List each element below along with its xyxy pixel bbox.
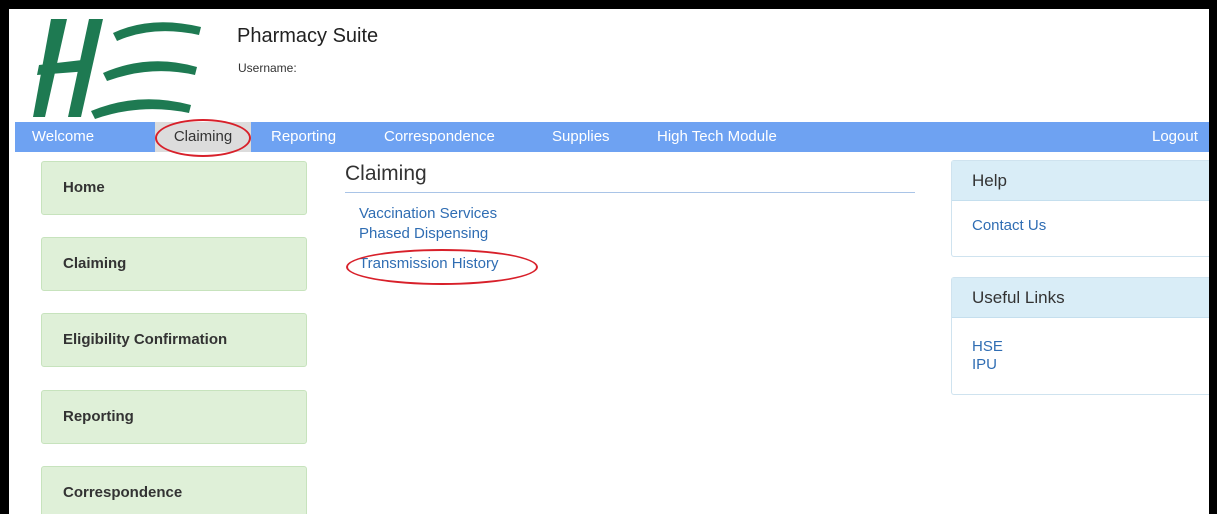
link-ipu[interactable]: IPU	[972, 356, 1189, 374]
link-hse[interactable]: HSE	[972, 338, 1189, 356]
logout-link[interactable]: Logout	[1152, 122, 1209, 152]
sidebar-item-reporting[interactable]: Reporting	[41, 390, 307, 444]
sidebar-item-correspondence[interactable]: Correspondence	[41, 466, 307, 514]
link-transmission-history[interactable]: Transmission History	[359, 255, 498, 272]
hse-logo	[33, 19, 201, 119]
nav-tab-supplies[interactable]: Supplies	[552, 122, 632, 152]
help-panel-title: Help	[952, 161, 1209, 201]
nav-tab-label: High Tech Module	[657, 128, 777, 145]
sidebar-item-label: Correspondence	[63, 484, 183, 501]
page-header: Pharmacy Suite Username:	[9, 9, 1209, 122]
main-nav: Welcome Claiming Reporting Correspondenc…	[15, 122, 1209, 152]
nav-tab-label: Correspondence	[384, 128, 495, 145]
logout-label: Logout	[1152, 128, 1198, 145]
nav-tab-label: Supplies	[552, 128, 610, 145]
page-title: Claiming	[345, 162, 427, 185]
sidebar-item-claiming[interactable]: Claiming	[41, 237, 307, 291]
app-title: Pharmacy Suite	[237, 25, 379, 47]
nav-tab-claiming[interactable]: Claiming	[155, 122, 251, 152]
sidebar-item-label: Eligibility Confirmation	[63, 331, 228, 348]
sidebar-item-home[interactable]: Home	[41, 161, 307, 215]
useful-links-panel-body: HSE IPU	[952, 318, 1209, 390]
sidebar-item-label: Home	[63, 179, 105, 196]
sidebar-item-label: Reporting	[63, 408, 134, 425]
useful-links-panel-title: Useful Links	[952, 278, 1209, 318]
help-panel-body: Contact Us	[952, 201, 1209, 251]
title-divider	[345, 192, 915, 193]
nav-tab-label: Reporting	[271, 128, 337, 145]
link-contact-us[interactable]: Contact Us	[972, 217, 1189, 235]
useful-links-panel: Useful Links HSE IPU	[951, 277, 1209, 395]
username-label: Username:	[238, 61, 297, 75]
nav-tab-correspondence[interactable]: Correspondence	[384, 122, 534, 152]
link-phased-dispensing[interactable]: Phased Dispensing	[359, 225, 488, 242]
link-vaccination-services[interactable]: Vaccination Services	[359, 205, 497, 222]
nav-tab-high-tech-module[interactable]: High Tech Module	[657, 122, 817, 152]
nav-tab-reporting[interactable]: Reporting	[271, 122, 361, 152]
sidebar-item-eligibility-confirmation[interactable]: Eligibility Confirmation	[41, 313, 307, 367]
nav-tab-welcome[interactable]: Welcome	[15, 122, 111, 152]
browser-page: Pharmacy Suite Username: Welcome Claimin…	[9, 9, 1209, 514]
help-panel: Help Contact Us	[951, 160, 1209, 257]
sidebar-item-label: Claiming	[63, 255, 127, 272]
nav-tab-label: Welcome	[31, 128, 95, 145]
nav-tab-label: Claiming	[173, 128, 233, 145]
